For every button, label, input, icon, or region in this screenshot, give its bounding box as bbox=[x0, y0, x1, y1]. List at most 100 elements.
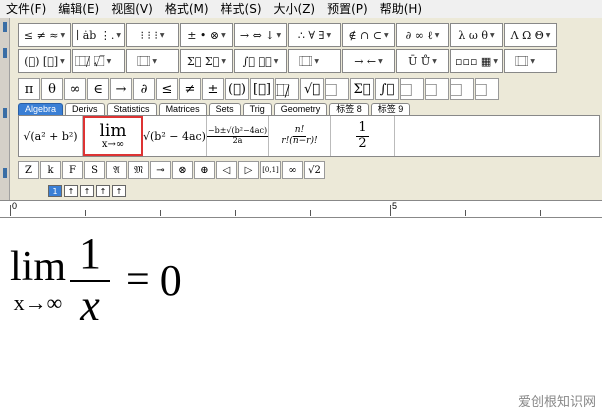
operator-symbols-palette[interactable]: ± • ⊗ ▼ bbox=[180, 23, 233, 47]
right-arrow-symbol-button[interactable]: → bbox=[110, 78, 132, 100]
menu-file[interactable]: 文件(F) bbox=[0, 0, 52, 18]
tab-geometry[interactable]: Geometry bbox=[273, 103, 328, 115]
size-button-3[interactable]: ↑ bbox=[80, 185, 94, 197]
combination-numerator: n! bbox=[292, 124, 307, 137]
overbar-template-button[interactable]: ⃞ bbox=[400, 78, 424, 100]
arrow-template-button[interactable]: ⃞ bbox=[425, 78, 449, 100]
embellishments-palette[interactable]: ⁝ ⁝ ⁝ ▼ bbox=[126, 23, 179, 47]
quadratic-formula-template[interactable]: −b±√(b²−4ac) 2a bbox=[207, 116, 269, 156]
subscript-superscript-palette[interactable]: ⃞ ⃞ ▼ bbox=[126, 49, 179, 73]
greek-lowercase-palette[interactable]: λ ω θ ▼ bbox=[450, 23, 503, 47]
superscript-template-button[interactable]: ⃞ bbox=[325, 78, 349, 100]
circled-plus-symbol-button[interactable]: ⊕ bbox=[194, 161, 215, 179]
fourier-symbol-button[interactable]: F bbox=[62, 161, 83, 179]
products-set-palette[interactable]: Ū Ů ▼ bbox=[396, 49, 449, 73]
pythagorean-template[interactable]: √(a² + b²) bbox=[19, 116, 83, 156]
limit-template[interactable]: lim x→∞ bbox=[83, 116, 143, 156]
fraction-radical-palette[interactable]: ⃞/⃞ √⃞ ▼ bbox=[72, 49, 125, 73]
left-triangle-symbol-button[interactable]: ◁ bbox=[216, 161, 237, 179]
menu-preferences[interactable]: 预置(P) bbox=[321, 0, 374, 18]
one-half-template[interactable]: 1 2 bbox=[331, 116, 395, 156]
empty-template-slot bbox=[395, 116, 599, 156]
menu-format[interactable]: 格式(M) bbox=[159, 0, 215, 18]
sqrt2-symbol-button[interactable]: √2 bbox=[304, 161, 325, 179]
tab-matrices[interactable]: Matrices bbox=[158, 103, 207, 115]
tab-algebra[interactable]: Algebra bbox=[18, 103, 64, 115]
interval-symbol-button[interactable]: [0,1] bbox=[260, 161, 281, 179]
partial-symbol-button[interactable]: ∂ bbox=[133, 78, 155, 100]
menu-view[interactable]: 视图(V) bbox=[105, 0, 159, 18]
vector-template-button[interactable]: ⃞ bbox=[450, 78, 474, 100]
tab-9[interactable]: 标签 9 bbox=[370, 103, 411, 115]
matrix-template-button[interactable]: ⃞ bbox=[475, 78, 499, 100]
matrix-palette[interactable]: ▫▫▫ ▦ ▼ bbox=[450, 49, 503, 73]
underbar-overbar-palette[interactable]: ⃞ ⃞ ▼ bbox=[288, 49, 341, 73]
size-button-1[interactable]: 1 bbox=[48, 185, 62, 197]
misc-templates-palette[interactable]: ⃞ ⃞ ▼ bbox=[504, 49, 557, 73]
equals-sign: = bbox=[126, 257, 150, 303]
size-button-4[interactable]: ↑ bbox=[96, 185, 110, 197]
integral-palette[interactable]: ∫⃞ ∮⃞ ▼ bbox=[234, 49, 287, 73]
limit-template-content: lim x→∞ bbox=[99, 120, 127, 150]
right-triangle-symbol-button[interactable]: ▷ bbox=[238, 161, 259, 179]
infinity-small-button[interactable]: ∞ bbox=[282, 161, 303, 179]
menu-style[interactable]: 样式(S) bbox=[215, 0, 268, 18]
tab-sets[interactable]: Sets bbox=[208, 103, 241, 115]
fraktur-a-symbol-button[interactable]: 𝔄 bbox=[106, 161, 127, 179]
s-symbol-button[interactable]: S bbox=[84, 161, 105, 179]
summation-template-button[interactable]: Σ⃞ bbox=[350, 78, 374, 100]
horizontal-ruler[interactable]: 0 5 bbox=[0, 200, 602, 218]
menu-help[interactable]: 帮助(H) bbox=[374, 0, 428, 18]
limit-template-lim: lim bbox=[99, 120, 127, 141]
ruler-tick bbox=[235, 210, 236, 216]
combination-template[interactable]: n! r!(n−r)! bbox=[269, 116, 331, 156]
infinity-symbol-button[interactable]: ∞ bbox=[64, 78, 86, 100]
parentheses-template-button[interactable]: (⃞) bbox=[225, 78, 249, 100]
one-half-denominator: 2 bbox=[358, 135, 367, 151]
summation-palette[interactable]: Σ⃞ Σ⃞ ▼ bbox=[180, 49, 233, 73]
size-button-5[interactable]: ↑ bbox=[112, 185, 126, 197]
menu-size[interactable]: 大小(Z) bbox=[268, 0, 322, 18]
arrow-symbols-palette[interactable]: → ⇔ ↓ ▼ bbox=[234, 23, 287, 47]
relational-symbols-palette[interactable]: ≤ ≠ ≈ ▼ bbox=[18, 23, 71, 47]
k-symbol-button[interactable]: k bbox=[40, 161, 61, 179]
fraction-template-button[interactable]: ⃞/⃞ bbox=[275, 78, 299, 100]
brackets-template-button[interactable]: [⃞] bbox=[250, 78, 274, 100]
tab-derivs[interactable]: Derivs bbox=[65, 103, 105, 115]
theta-symbol-button[interactable]: θ bbox=[41, 78, 63, 100]
one-half-numerator: 1 bbox=[356, 120, 369, 137]
not-equal-symbol-button[interactable]: ≠ bbox=[179, 78, 201, 100]
circled-times-symbol-button[interactable]: ⊗ bbox=[172, 161, 193, 179]
set-theory-palette[interactable]: ∉ ∩ ⊂ ▼ bbox=[342, 23, 395, 47]
misc-symbols-palette[interactable]: ∂ ∞ ℓ ▼ bbox=[396, 23, 449, 47]
spaces-ellipses-palette[interactable]: ∣ ȧb ⋮. ▼ bbox=[72, 23, 125, 47]
element-of-symbol-button[interactable]: ∈ bbox=[87, 78, 109, 100]
ruler-tick bbox=[465, 210, 466, 216]
discriminant-template[interactable]: √(b² − 4ac) bbox=[143, 116, 207, 156]
square-root-template-button[interactable]: √⃞ bbox=[300, 78, 324, 100]
symbol-palette-row-1: ≤ ≠ ≈ ▼ ∣ ȧb ⋮. ▼ ⁝ ⁝ ⁝ ▼ ± • ⊗ ▼ → ⇔ ↓ ▼ ∴ ∀… bbox=[18, 23, 558, 47]
equation[interactable]: lim x→∞ 1 x = 0 bbox=[10, 232, 182, 328]
pi-symbol-button[interactable]: π bbox=[18, 78, 40, 100]
menu-edit[interactable]: 编辑(E) bbox=[52, 0, 105, 18]
tab-trig[interactable]: Trig bbox=[242, 103, 272, 115]
fence-templates-palette[interactable]: (⃞) [⃞] ▼ bbox=[18, 49, 71, 73]
fraktur-m-symbol-button[interactable]: 𝔐 bbox=[128, 161, 149, 179]
greek-uppercase-palette[interactable]: Λ Ω Θ ▼ bbox=[504, 23, 557, 47]
equation-toolbar: ≤ ≠ ≈ ▼ ∣ ȧb ⋮. ▼ ⁝ ⁝ ⁝ ▼ ± • ⊗ ▼ → ⇔ ↓ ▼ ∴ ∀… bbox=[0, 18, 602, 200]
integral-template-button[interactable]: ∫⃞ bbox=[375, 78, 399, 100]
labeled-arrow-palette[interactable]: → ← ▼ bbox=[342, 49, 395, 73]
less-equal-symbol-button[interactable]: ≤ bbox=[156, 78, 178, 100]
logical-symbols-palette[interactable]: ∴ ∀ ∃ ▼ bbox=[288, 23, 341, 47]
quadratic-fraction: −b±√(b²−4ac) 2a bbox=[207, 126, 268, 146]
tab-8[interactable]: 标签 8 bbox=[329, 103, 369, 115]
small-symbol-row: Z k F S 𝔄 𝔐 ⊸ ⊗ ⊕ ◁ ▷ [0,1] ∞ √2 bbox=[18, 161, 326, 179]
ruler-tick bbox=[540, 210, 541, 216]
size-button-2[interactable]: ↑ bbox=[64, 185, 78, 197]
plus-minus-symbol-button[interactable]: ± bbox=[202, 78, 224, 100]
equation-editing-area[interactable]: lim x→∞ 1 x = 0 爱创根知识网 bbox=[0, 220, 602, 416]
integers-symbol-button[interactable]: Z bbox=[18, 161, 39, 179]
tab-statistics[interactable]: Statistics bbox=[106, 103, 157, 115]
multimap-symbol-button[interactable]: ⊸ bbox=[150, 161, 171, 179]
ruler-tick bbox=[390, 205, 391, 216]
